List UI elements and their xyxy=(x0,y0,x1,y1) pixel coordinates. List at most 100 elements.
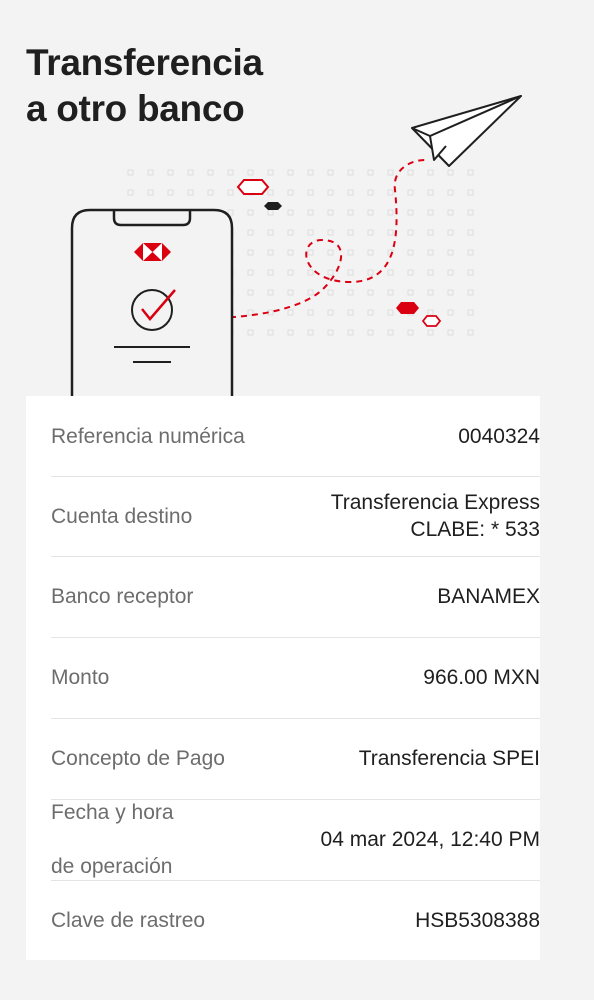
grid-dot xyxy=(407,229,414,236)
hexagon-icon xyxy=(264,202,282,210)
grid-dot xyxy=(447,329,454,336)
detail-row-amount: Monto 966.00 MXN xyxy=(51,637,540,719)
grid-dot xyxy=(367,209,374,216)
transfer-details-card: Referencia numérica 0040324 Cuenta desti… xyxy=(26,396,540,960)
detail-row-reference: Referencia numérica 0040324 xyxy=(51,396,540,477)
grid-dot xyxy=(367,189,374,196)
grid-dot xyxy=(247,229,254,236)
grid-dot xyxy=(447,209,454,216)
grid-dot xyxy=(387,309,394,316)
grid-dot xyxy=(347,289,354,296)
grid-dot xyxy=(287,329,294,336)
grid-dot xyxy=(347,329,354,336)
destination-account-name: Transferencia Express xyxy=(330,491,540,514)
grid-dot xyxy=(167,169,174,176)
grid-dot xyxy=(387,229,394,236)
grid-dot xyxy=(327,169,334,176)
grid-dot xyxy=(287,189,294,196)
grid-dot xyxy=(247,289,254,296)
grid-dot xyxy=(407,209,414,216)
grid-dot xyxy=(447,269,454,276)
grid-dot xyxy=(207,169,214,176)
grid-dot xyxy=(287,209,294,216)
grid-dot xyxy=(287,249,294,256)
grid-dot xyxy=(387,209,394,216)
grid-dot xyxy=(267,269,274,276)
grid-dot xyxy=(247,269,254,276)
operation-datetime-label-line1: Fecha y hora xyxy=(51,801,174,824)
grid-dot xyxy=(407,189,414,196)
tracking-key-value: HSB5308388 xyxy=(415,908,540,932)
receiving-bank-value: BANAMEX xyxy=(437,585,540,608)
grid-dot xyxy=(327,289,334,296)
grid-dot xyxy=(447,289,454,296)
grid-dot xyxy=(327,309,334,316)
grid-dot xyxy=(367,289,374,296)
grid-dot xyxy=(187,189,194,196)
phone-icon xyxy=(70,208,234,400)
grid-dot xyxy=(427,249,434,256)
grid-dot xyxy=(247,209,254,216)
grid-dot xyxy=(387,269,394,276)
grid-dot xyxy=(347,269,354,276)
grid-dot xyxy=(327,329,334,336)
grid-dot xyxy=(427,189,434,196)
paper-plane-icon xyxy=(411,95,522,167)
operation-datetime-value: 04 mar 2024, 12:40 PM xyxy=(320,828,540,851)
grid-dot xyxy=(427,289,434,296)
hexagon-icon xyxy=(421,315,442,327)
grid-dot xyxy=(287,289,294,296)
receiving-bank-label: Banco receptor xyxy=(51,585,194,608)
grid-dot xyxy=(427,169,434,176)
grid-dot xyxy=(287,169,294,176)
grid-dot xyxy=(467,269,474,276)
grid-dot xyxy=(247,249,254,256)
grid-dot xyxy=(427,309,434,316)
grid-dot xyxy=(467,309,474,316)
page-title-line1: Transferencia xyxy=(26,42,263,83)
grid-dot xyxy=(267,309,274,316)
grid-dot xyxy=(227,189,234,196)
grid-dot xyxy=(247,329,254,336)
tracking-key-label: Clave de rastreo xyxy=(51,908,206,932)
grid-dot xyxy=(467,189,474,196)
grid-dot xyxy=(247,169,254,176)
grid-dot xyxy=(287,229,294,236)
grid-dot xyxy=(267,289,274,296)
grid-dot xyxy=(407,269,414,276)
grid-dot xyxy=(347,309,354,316)
detail-row-operation-datetime: Fecha y hora de operación 04 mar 2024, 1… xyxy=(51,799,540,881)
grid-dot xyxy=(267,249,274,256)
grid-dot xyxy=(387,329,394,336)
grid-dot xyxy=(427,269,434,276)
grid-dot xyxy=(367,269,374,276)
grid-dot xyxy=(447,229,454,236)
grid-dot xyxy=(307,169,314,176)
grid-dot xyxy=(347,189,354,196)
grid-dot xyxy=(127,169,134,176)
grid-dot xyxy=(387,289,394,296)
detail-row-tracking-key: Clave de rastreo HSB5308388 xyxy=(51,880,540,960)
grid-dot xyxy=(307,289,314,296)
hexagon-icon xyxy=(396,302,419,314)
grid-dot xyxy=(367,329,374,336)
grid-dot xyxy=(307,269,314,276)
destination-account-label: Cuenta destino xyxy=(51,504,193,528)
grid-dot xyxy=(427,209,434,216)
detail-row-destination-account: Cuenta destino Transferencia Express CLA… xyxy=(51,476,540,557)
grid-dot xyxy=(127,189,134,196)
grid-dot xyxy=(267,229,274,236)
transfer-illustration xyxy=(70,95,522,400)
grid-dot xyxy=(467,229,474,236)
grid-dot xyxy=(467,329,474,336)
grid-dot xyxy=(447,189,454,196)
grid-dot xyxy=(387,189,394,196)
grid-dot xyxy=(347,229,354,236)
destination-account-value: Transferencia Express CLABE: * 533 xyxy=(331,489,540,543)
grid-dot xyxy=(307,189,314,196)
grid-dot xyxy=(407,249,414,256)
grid-dot xyxy=(327,249,334,256)
grid-dot xyxy=(467,289,474,296)
grid-dot xyxy=(307,329,314,336)
destination-account-clabe: CLABE: * 533 xyxy=(410,518,540,541)
